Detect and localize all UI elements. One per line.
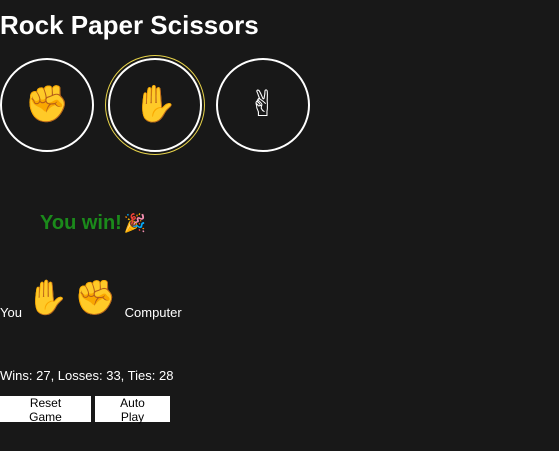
computer-label: Computer [124,304,182,320]
reset-game-button[interactable]: Reset Game [0,396,91,424]
result-message: You win! 🎉 [40,212,146,235]
victory-hand-icon: ✌ [247,84,279,125]
page-title: Rock Paper Scissors [0,10,259,40]
raised-hand-icon: ✋ [132,84,178,125]
you-move-icon: ✋ [25,278,69,318]
scissors-button[interactable]: ✌ [216,58,310,152]
you-label: You [0,304,22,320]
result-text: You win! [40,212,122,234]
fist-icon: ✊ [24,84,70,125]
auto-play-button[interactable]: Auto Play [95,396,170,424]
computer-move-icon: ✊ [74,278,117,318]
party-popper-icon: 🎉 [123,213,147,234]
rock-button[interactable]: ✊ [0,58,94,152]
game-page: Rock Paper Scissors ✊ ✋ ✌ You win! 🎉 You … [0,0,559,451]
score-text: Wins: 27, Losses: 33, Ties: 28 [0,368,174,383]
played-moves: You ✋ ✊ Computer [0,274,182,322]
paper-button[interactable]: ✋ [108,58,202,152]
